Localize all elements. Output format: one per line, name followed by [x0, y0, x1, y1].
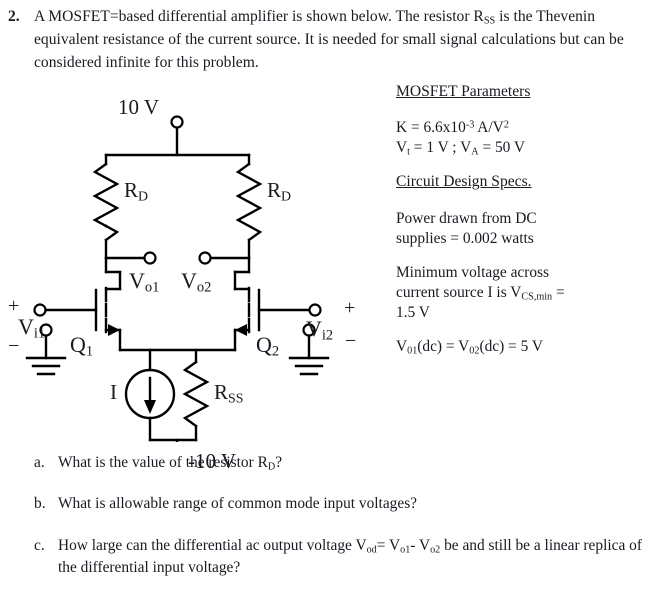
mosfet-parameters-heading: MOSFET Parameters	[396, 83, 531, 100]
rss-zigzag	[182, 360, 210, 428]
problem-number: 2.	[8, 8, 20, 25]
spec-output-end: (dc) = 5 V	[479, 337, 543, 355]
spec-vo1-subscript: 01	[407, 345, 418, 357]
question-c-sub1: od	[366, 544, 377, 556]
vi2-input-terminal-node	[308, 303, 322, 317]
parameter-vt-label: V	[396, 139, 408, 157]
spec-output-dc: V01(dc) = V02(dc) = 5 V	[396, 337, 652, 357]
question-a-label: a.	[34, 454, 45, 471]
parameter-k: K = 6.6x10-3 A/V2	[396, 118, 652, 138]
parameter-va-subscript: A	[471, 146, 479, 158]
parameter-va-label: V	[460, 139, 472, 157]
vdd-terminal-node	[170, 115, 184, 129]
current-direction-arrowhead	[144, 400, 156, 414]
vi1-ground-terminal-node	[39, 323, 53, 337]
spec-minvoltage-equals: =	[552, 283, 565, 301]
spec-minvoltage-subscript: CS,min	[521, 291, 553, 303]
rd-right-zigzag	[235, 162, 263, 242]
spec-minvoltage-line1: Minimum voltage across	[396, 263, 550, 281]
spec-minvoltage-line2: current source I is VCS,min =	[396, 283, 652, 303]
problem-line1-subscript: SS	[483, 15, 496, 27]
question-c-sub2: o1	[400, 544, 411, 556]
spec-minvoltage-text: current source I is V	[396, 283, 522, 301]
question-c-part1: How large can the differential ac output…	[58, 536, 367, 554]
question-a-part1: What is the value of the resistor R	[58, 454, 268, 471]
parameter-vt-va: Vt = 1 V ; VA = 50 V	[396, 138, 652, 158]
vi1-input-terminal-node	[33, 303, 47, 317]
spec-power-line2: supplies = 0.002 watts	[396, 229, 534, 247]
question-c-part3: - V	[410, 536, 431, 554]
question-c: c. How large can the differential ac out…	[34, 535, 644, 580]
spec-vo1-label: V	[396, 337, 408, 355]
vo1-terminal-node	[143, 251, 157, 265]
q1-source-arrowhead	[108, 324, 120, 336]
parameter-k-unit-exponent: 2	[503, 119, 509, 131]
rd-left-zigzag	[92, 162, 120, 242]
problem-line1-part2: is	[495, 8, 510, 25]
spec-output-middle: (dc) = V	[417, 337, 470, 355]
problem-line1-part1: A MOSFET=based differential amplifier is…	[34, 8, 484, 25]
question-c-part2: = V	[376, 536, 401, 554]
spec-power-line1: Power drawn from DC	[396, 209, 537, 227]
circuit-design-specs-heading: Circuit Design Specs.	[396, 173, 532, 191]
question-b-text: What is allowable range of common mode i…	[58, 495, 418, 513]
question-b-label: b.	[34, 495, 46, 513]
question-c-label: c.	[34, 536, 45, 554]
question-b: b. What is allowable range of common mod…	[34, 493, 644, 515]
parameter-k-equals: = 6.6x10	[407, 119, 466, 137]
circuit-diagram: 10 V -10 V RD RD Vo1 Vo2 Q1 Q2 + Vi1 − +…	[0, 92, 390, 473]
parameter-va-value: = 50 V	[478, 139, 526, 157]
question-c-text: How large can the differential ac output…	[58, 535, 644, 580]
right-column: MOSFET Parameters K = 6.6x10-3 A/V2 Vt =…	[396, 82, 652, 357]
spec-vo2-subscript: 02	[469, 345, 480, 357]
problem-text: A MOSFET=based differential amplifier is…	[34, 6, 644, 75]
question-a-text: What is the value of the resistor RD?	[58, 452, 644, 474]
questions-list: a. What is the value of the resistor RD?…	[34, 452, 644, 598]
vi2-ground-terminal-node	[302, 323, 316, 337]
parameter-k-unit: A/V	[474, 119, 504, 137]
worksheet-page: 2. A MOSFET=based differential amplifier…	[0, 0, 656, 600]
parameter-k-label: K	[396, 119, 408, 137]
parameter-vt-value: = 1 V ;	[409, 139, 461, 157]
question-a-part2: ?	[275, 454, 283, 471]
q2-source-arrowhead	[235, 324, 247, 336]
vo2-terminal-node	[198, 251, 212, 265]
question-c-part4: be and still	[440, 536, 512, 554]
question-a: a. What is the value of the resistor RD?	[34, 452, 644, 474]
question-c-sub3: o2	[430, 544, 441, 556]
spec-minvoltage-line3: 1.5 V	[396, 303, 430, 321]
problem-statement: 2. A MOSFET=based differential amplifier…	[8, 6, 644, 75]
